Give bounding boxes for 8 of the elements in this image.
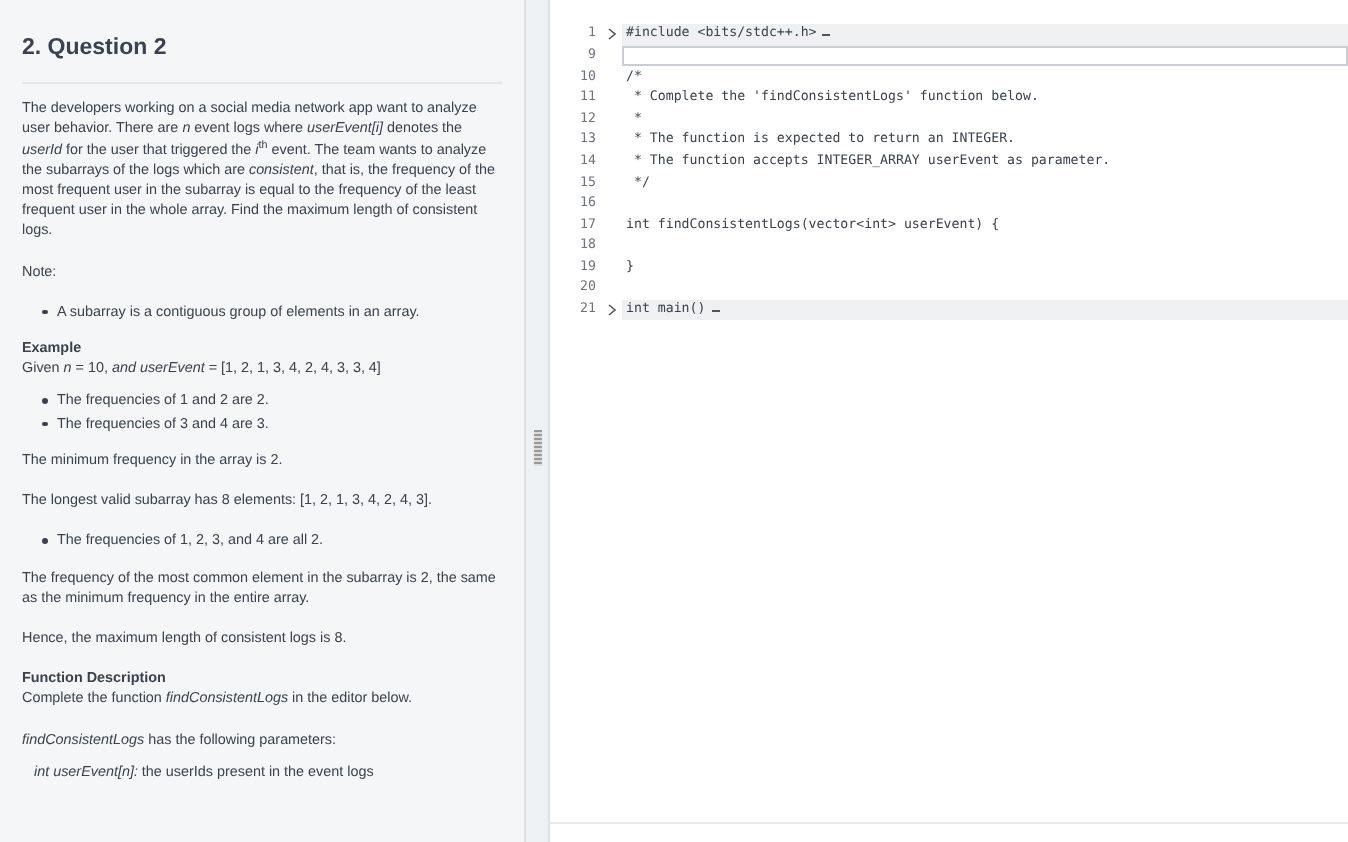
bullet-icon xyxy=(42,309,47,315)
bullet-icon xyxy=(42,538,47,544)
chevron-right-icon[interactable] xyxy=(608,304,616,317)
resize-handle[interactable] xyxy=(533,430,541,466)
question-title: 2. Question 2 xyxy=(22,34,169,64)
bullet-icon xyxy=(42,398,47,404)
bullet-icon xyxy=(42,421,47,427)
chevron-right-icon[interactable] xyxy=(608,28,616,41)
